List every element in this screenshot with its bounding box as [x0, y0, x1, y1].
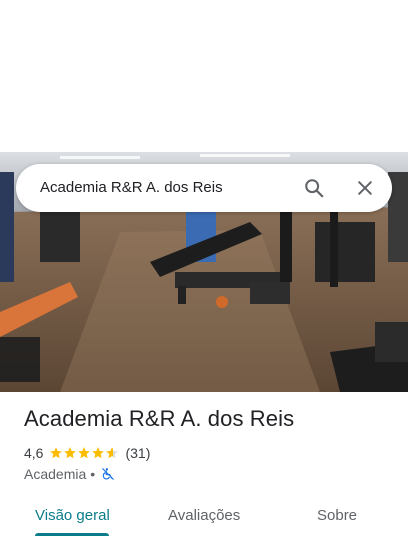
tab-overview[interactable]: Visão geral — [35, 504, 110, 528]
tab-reviews[interactable]: Avaliações — [168, 504, 240, 528]
rating-row[interactable]: 4,6 (31) — [24, 443, 150, 463]
rating-value: 4,6 — [24, 445, 44, 461]
search-button[interactable] — [302, 176, 326, 200]
close-button[interactable] — [353, 176, 377, 200]
star-icon — [64, 447, 77, 459]
wheelchair-not-accessible-icon[interactable] — [101, 467, 115, 481]
close-icon — [358, 181, 372, 195]
active-tab-indicator — [35, 533, 109, 536]
place-tabs: Visão geral Avaliações Sobre — [0, 492, 408, 544]
top-blank-area — [0, 0, 408, 152]
star-icon — [106, 447, 119, 459]
search-input[interactable]: Academia R&R A. dos Reis — [40, 164, 223, 212]
star-icon — [50, 447, 63, 459]
rating-stars — [49, 446, 119, 460]
tab-about[interactable]: Sobre — [317, 504, 357, 528]
place-title: Academia R&R A. dos Reis — [24, 406, 295, 431]
star-icon — [78, 447, 91, 459]
reviews-count[interactable]: (31) — [125, 445, 150, 461]
category-row: Academia • — [24, 464, 115, 484]
search-bar[interactable]: Academia R&R A. dos Reis — [16, 164, 392, 212]
category-label: Academia — [24, 466, 87, 482]
search-icon — [305, 179, 324, 198]
separator-dot: • — [90, 466, 96, 482]
star-icon — [92, 447, 105, 459]
